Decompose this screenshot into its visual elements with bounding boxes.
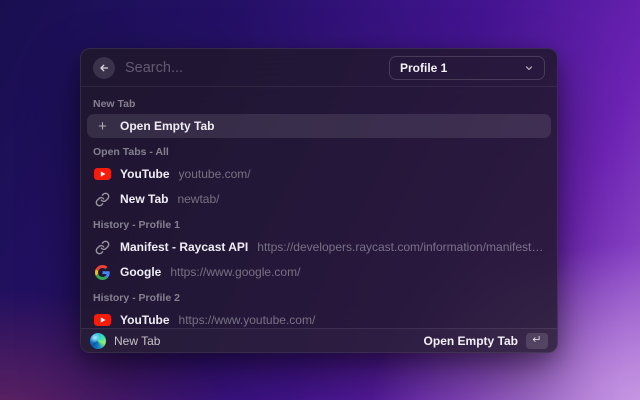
section-header-open-tabs-all: Open Tabs - All <box>93 146 169 158</box>
list-item-open-empty-tab[interactable]: + Open Empty Tab <box>87 114 551 138</box>
section-header-new-tab: New Tab <box>93 98 136 110</box>
profile-dropdown[interactable]: Profile 1 <box>389 55 545 80</box>
launcher-window: Profile 1 New Tab + Open Empty Tab Open … <box>80 48 558 353</box>
edge-icon <box>90 332 106 349</box>
arrow-left-icon <box>100 64 109 71</box>
search-input[interactable] <box>125 59 379 76</box>
item-subtitle: youtube.com/ <box>178 167 251 181</box>
list-item-youtube-history[interactable]: YouTube https://www.youtube.com/ <box>87 308 551 328</box>
youtube-icon <box>94 312 111 328</box>
results-list: New Tab + Open Empty Tab Open Tabs - All… <box>81 87 557 328</box>
primary-action-label: Open Empty Tab <box>423 333 518 348</box>
list-item-youtube-tab[interactable]: YouTube youtube.com/ <box>87 162 551 186</box>
item-title: New Tab <box>120 192 169 206</box>
list-item-google[interactable]: Google https://www.google.com/ <box>87 260 551 284</box>
search-bar: Profile 1 <box>81 49 557 87</box>
action-bar: New Tab Open Empty Tab ↵ <box>81 328 557 352</box>
enter-key-icon: ↵ <box>526 332 548 349</box>
item-title: Open Empty Tab <box>120 119 215 133</box>
item-subtitle: https://www.youtube.com/ <box>178 313 316 327</box>
item-subtitle: https://developers.raycast.com/informati… <box>257 240 544 254</box>
item-title: Google <box>120 265 162 279</box>
youtube-icon <box>94 166 111 182</box>
item-subtitle: newtab/ <box>177 192 220 206</box>
chevron-down-icon <box>525 65 533 70</box>
profile-dropdown-value: Profile 1 <box>400 60 448 75</box>
list-item-manifest-raycast-api[interactable]: Manifest - Raycast API https://developer… <box>87 235 551 259</box>
google-icon <box>94 264 111 280</box>
link-icon <box>94 239 111 255</box>
back-button[interactable] <box>93 56 115 79</box>
item-title: YouTube <box>120 313 170 327</box>
primary-action-button[interactable]: Open Empty Tab ↵ <box>423 332 548 349</box>
section-header-history-profile-1: History - Profile 1 <box>93 219 180 231</box>
link-icon <box>94 191 111 207</box>
footer-app-name: New Tab <box>114 333 161 348</box>
section-header-history-profile-2: History - Profile 2 <box>93 292 180 304</box>
plus-icon: + <box>98 117 107 135</box>
item-title: YouTube <box>120 167 170 181</box>
item-title: Manifest - Raycast API <box>120 240 249 254</box>
item-subtitle: https://www.google.com/ <box>170 265 301 279</box>
list-item-new-tab[interactable]: New Tab newtab/ <box>87 187 551 211</box>
